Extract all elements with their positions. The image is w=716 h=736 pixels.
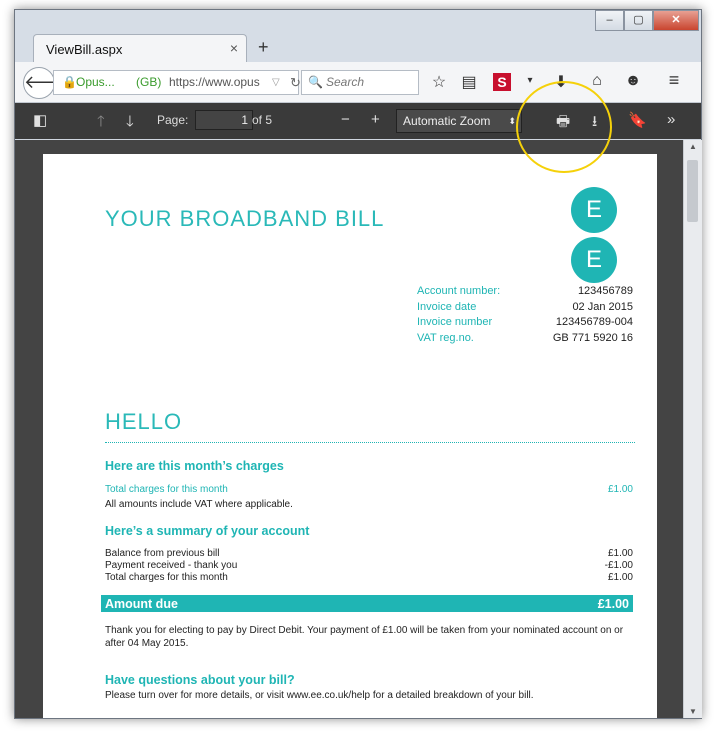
amount-due-bar: Amount due £1.00 [101,595,633,612]
page-total: of 5 [252,113,273,127]
summary-row: Total charges for this month £1.00 [105,572,633,583]
questions-text: Please turn over for more details, or vi… [105,690,534,701]
logo-letter: E [571,237,617,283]
page-label: Page: [157,113,189,127]
previous-page-icon[interactable]: 🡑 [97,111,105,136]
zoom-out-button[interactable]: − [341,111,350,128]
bookmark-icon[interactable]: 🔖 [628,111,647,129]
scroll-down-icon[interactable]: ▼ [689,707,697,716]
detail-row: Invoice number 123456789-004 [417,316,633,332]
close-window-button[interactable]: ✕ [653,10,699,31]
detail-value: 123456789-004 [555,316,633,328]
summary-row: Balance from previous bill £1.00 [105,548,633,559]
zoom-value: Automatic Zoom [403,114,491,128]
logo-letter: E [571,187,617,233]
scroll-up-icon[interactable]: ▲ [689,142,697,151]
maximize-button[interactable]: ▢ [624,10,653,31]
detail-label: Invoice number [417,316,493,328]
bill-title: YOUR BROADBAND BILL [105,206,385,231]
detail-row: Account number: 123456789 [417,285,633,301]
summary-value: £1.00 [607,548,633,559]
zoom-select[interactable]: Automatic Zoom ⬍ [396,109,522,133]
reload-icon[interactable]: ↻ [290,71,301,94]
detail-label: VAT reg.no. [417,331,474,344]
hello-heading: HELLO [105,409,183,434]
url-text[interactable]: https://www.opus [169,71,269,94]
highlight-circle [516,81,612,173]
menu-icon[interactable]: ≡ [663,70,685,91]
new-tab-button[interactable]: + [258,37,269,58]
lock-icon: 🔒 [62,75,77,89]
extension-s-icon[interactable]: S [493,73,511,91]
bookmark-star-icon[interactable]: ☆ [428,72,450,92]
site-identity: Opus... [76,75,115,89]
summary-row: Payment received - thank you -£1.00 [105,560,633,571]
ee-logo: E E [571,187,617,287]
url-bar[interactable]: 🔒 Opus... (GB) https://www.opus ▽ ↻ [53,70,301,95]
total-charges-row: Total charges for this month £1.00 [105,484,633,495]
detail-row: Invoice date 02 Jan 2015 [417,301,633,317]
summary-label: Balance from previous bill [105,548,220,559]
tools-chevron-icon[interactable]: » [667,111,675,128]
sidebar-toggle-icon[interactable]: ◧ [33,111,47,129]
url-dropdown-icon[interactable]: ▽ [272,71,280,94]
search-input[interactable]: 🔍 Search [301,70,419,95]
chat-icon[interactable]: ☻ [622,72,644,90]
summary-value: £1.00 [607,572,633,583]
total-charges-label: Total charges for this month [105,484,228,495]
charges-heading: Here are this month’s charges [105,459,284,473]
site-country: (GB) [136,75,162,89]
summary-heading: Here’s a summary of your account [105,524,310,538]
bill-page: YOUR BROADBAND BILL E E Account number: 1… [43,154,657,718]
detail-value: 123456789 [577,285,633,297]
detail-value: 02 Jan 2015 [572,300,633,313]
amount-due-label: Amount due [105,596,178,611]
summary-label: Payment received - thank you [105,560,238,571]
vat-note-text: All amounts include VAT where applicable… [105,499,293,510]
tab-viewbill[interactable]: ViewBill.aspx × [33,34,247,63]
detail-row: VAT reg.no. GB 771 5920 16 [417,332,633,348]
amount-due-value: £1.00 [597,596,629,611]
browser-window: ViewBill.aspx × + – ▢ ✕ 🡐 🔒 Opus... (GB)… [14,9,702,719]
next-page-icon[interactable]: 🡓 [126,111,134,136]
summary-value: -£1.00 [604,560,633,571]
zoom-in-button[interactable]: + [371,111,380,128]
detail-label: Account number: [417,285,501,297]
search-icon: 🔍 [308,75,323,89]
vat-note: All amounts include VAT where applicable… [105,499,633,510]
document-viewer[interactable]: YOUR BROADBAND BILL E E Account number: 1… [15,140,683,718]
detail-label: Invoice date [417,300,477,313]
tab-strip: ViewBill.aspx × + – ▢ ✕ [15,10,701,63]
account-details: Account number: 123456789 Invoice date 02 … [417,285,633,347]
tab-title: ViewBill.aspx [46,42,123,57]
chevron-updown-icon: ⬍ [508,116,516,126]
page-number-input[interactable]: 1 [195,110,253,130]
window-controls: – ▢ ✕ [595,10,699,31]
search-placeholder: Search [326,75,365,89]
tab-close-icon[interactable]: × [230,40,238,56]
total-charges-value: £1.00 [607,484,633,495]
back-button[interactable]: 🡐 [23,67,72,99]
divider [105,442,635,443]
minimize-button[interactable]: – [595,10,624,31]
direct-debit-text: Thank you for electing to pay by Direct … [105,625,624,649]
questions-heading: Have questions about your bill? [105,673,295,687]
vertical-scrollbar[interactable]: ▲ ▼ [683,140,702,718]
summary-label: Total charges for this month [105,572,228,583]
detail-value: GB 771 5920 16 [552,331,633,344]
reading-list-icon[interactable]: ▤ [458,72,480,92]
scroll-thumb[interactable] [687,160,698,222]
extension-dropdown-icon[interactable]: ▾ [519,75,541,86]
